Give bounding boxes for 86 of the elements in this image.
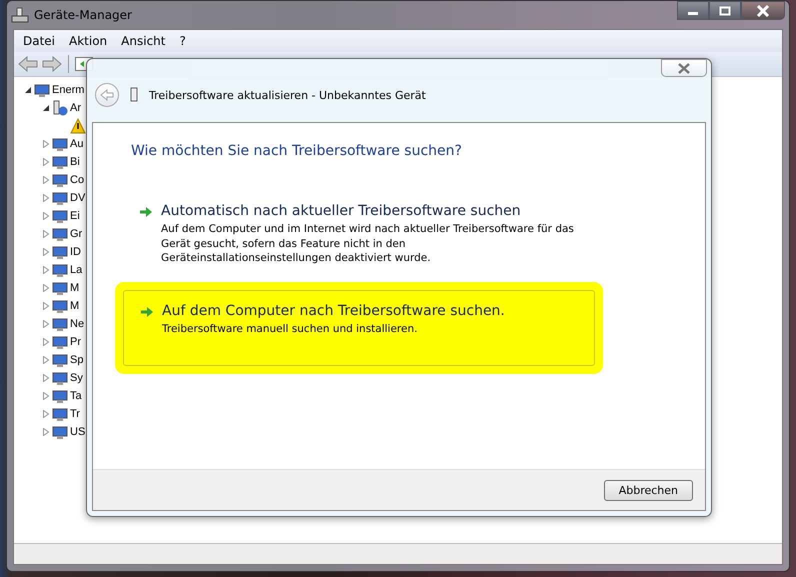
- expand-arrow-icon[interactable]: [42, 158, 50, 166]
- tree-item[interactable]: La: [70, 264, 82, 276]
- device-icon: [52, 388, 68, 404]
- tree-item[interactable]: Ei: [70, 210, 80, 222]
- option-title: Automatisch nach aktueller Treibersoftware suchen: [161, 203, 522, 219]
- menu-item[interactable]: Ansicht: [116, 32, 170, 50]
- expand-arrow-icon[interactable]: [42, 194, 50, 202]
- device-icon: [52, 280, 68, 296]
- tree-item[interactable]: M: [70, 282, 80, 294]
- tree-item[interactable]: US: [70, 426, 86, 438]
- menu-item[interactable]: Datei: [18, 32, 60, 50]
- computer-icon: [11, 7, 29, 23]
- device-icon: [52, 208, 68, 224]
- device-icon: [52, 136, 68, 152]
- expand-arrow-icon[interactable]: [42, 140, 50, 148]
- tree-item[interactable]: Enerm: [52, 84, 84, 96]
- menu-item[interactable]: ?: [174, 32, 191, 50]
- option-description: Auf dem Computer und im Internet wird nach aktueller Treibersoftware für das Gerät gesucht, sofern das Feature nicht in den Geräteinstallationseinstellungen deaktiviert wurde.: [161, 222, 575, 266]
- tree-item[interactable]: Ar: [70, 102, 81, 114]
- close-icon: [677, 62, 691, 74]
- tree-item[interactable]: Sp: [70, 354, 84, 366]
- device-icon: [52, 172, 68, 188]
- collapse-arrow-icon[interactable]: [42, 104, 50, 112]
- tree-item[interactable]: Sy: [70, 372, 83, 384]
- device-icon: [52, 370, 68, 386]
- device-icon: [52, 424, 68, 440]
- device-icon: [52, 226, 68, 242]
- tree-item[interactable]: Co: [70, 174, 84, 186]
- close-icon: [756, 4, 770, 16]
- tree-item[interactable]: M: [70, 300, 80, 312]
- expand-arrow-icon[interactable]: [42, 392, 50, 400]
- tree-item[interactable]: Au: [70, 138, 84, 150]
- window-title: Geräte-Manager: [34, 8, 132, 22]
- minimize-icon: [688, 12, 698, 15]
- cancel-button[interactable]: Abbrechen: [604, 480, 693, 500]
- expand-arrow-icon[interactable]: [42, 230, 50, 238]
- device-icon: [52, 316, 68, 332]
- back-arrow-icon[interactable]: [18, 56, 38, 72]
- tree-item[interactable]: Ne: [70, 318, 84, 330]
- menu-item[interactable]: Aktion: [64, 32, 112, 50]
- device-icon: [129, 87, 139, 103]
- expand-arrow-icon[interactable]: [42, 302, 50, 310]
- minimize-button[interactable]: [677, 1, 709, 20]
- expand-arrow-icon[interactable]: [42, 410, 50, 418]
- maximize-button[interactable]: [709, 1, 741, 20]
- expand-arrow-icon[interactable]: [42, 320, 50, 328]
- device-icon: [52, 334, 68, 350]
- option-title: Auf dem Computer nach Treibersoftware suchen.: [162, 303, 505, 320]
- tree-item[interactable]: Ta: [70, 390, 82, 402]
- expand-arrow-icon[interactable]: [42, 428, 50, 436]
- device-icon: [34, 82, 50, 98]
- tree-item[interactable]: Gr: [70, 228, 82, 240]
- arrow-icon: [140, 306, 154, 318]
- heading: Wie möchten Sie nach Treibersoftware suchen?: [131, 143, 463, 159]
- device-icon: [52, 190, 68, 206]
- arrow-icon: [139, 206, 153, 218]
- expand-arrow-icon[interactable]: [42, 338, 50, 346]
- expand-arrow-icon[interactable]: [42, 374, 50, 382]
- tree-item[interactable]: Bi: [70, 156, 80, 168]
- expand-arrow-icon[interactable]: [42, 356, 50, 364]
- dialog-title: Treibersoftware aktualisieren - Unbekanntes Gerät: [149, 88, 426, 102]
- device-icon: [52, 262, 68, 278]
- tree-item[interactable]: DV: [70, 192, 86, 204]
- forward-arrow-icon[interactable]: [42, 56, 62, 72]
- expand-arrow-icon[interactable]: [42, 266, 50, 274]
- device-icon: [52, 244, 68, 260]
- back-arrow-icon: [100, 89, 114, 101]
- device-icon: [52, 298, 68, 314]
- maximize-icon: [719, 6, 731, 16]
- unknown-device-icon: [52, 100, 68, 116]
- option-description: Treibersoftware manuell suchen und installieren.: [162, 322, 418, 337]
- device-icon: [52, 352, 68, 368]
- device-icon: [52, 154, 68, 170]
- tree-item[interactable]: Tr: [70, 408, 80, 420]
- expand-arrow-icon[interactable]: [42, 176, 50, 184]
- tree-item[interactable]: ID: [70, 246, 81, 258]
- warning-icon: [70, 118, 86, 134]
- expand-arrow-icon[interactable]: [42, 284, 50, 292]
- close-button[interactable]: [741, 1, 785, 20]
- expand-arrow-icon[interactable]: [42, 248, 50, 256]
- expand-arrow-icon[interactable]: [42, 212, 50, 220]
- back-button[interactable]: [95, 83, 119, 107]
- close-button[interactable]: [661, 59, 707, 77]
- collapse-arrow-icon[interactable]: [24, 86, 32, 94]
- device-icon: [52, 406, 68, 422]
- tree-item[interactable]: Pr: [70, 336, 81, 348]
